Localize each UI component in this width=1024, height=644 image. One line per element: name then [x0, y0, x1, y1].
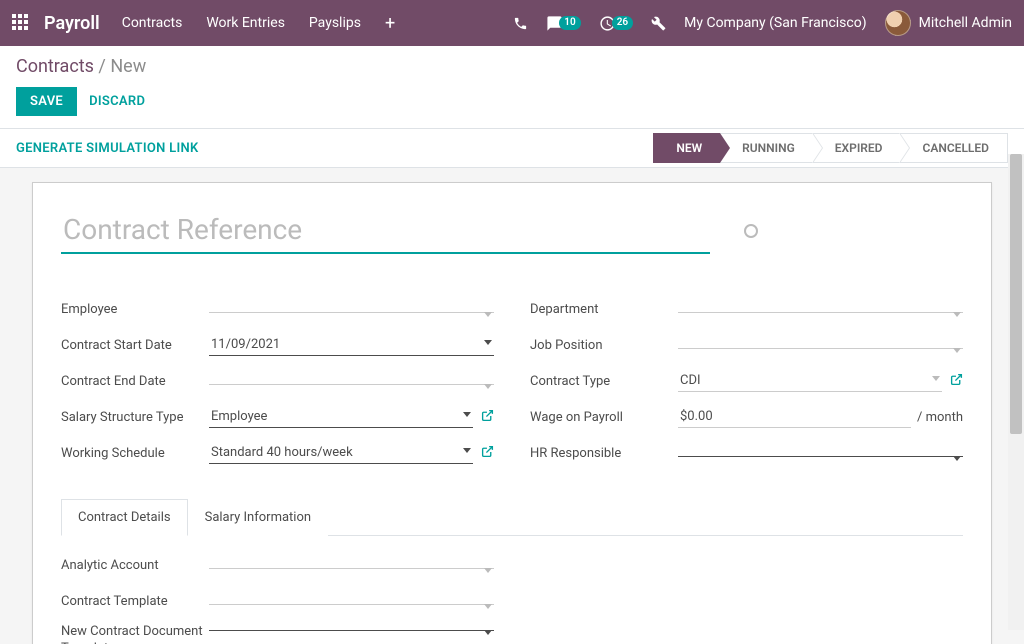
tab-contract-details[interactable]: Contract Details	[61, 499, 188, 536]
schedule-label: Working Schedule	[61, 446, 209, 461]
messages-badge: 10	[559, 16, 580, 30]
template-label: Contract Template	[61, 594, 209, 609]
external-link-icon[interactable]	[481, 445, 494, 462]
scrollbar-track[interactable]	[1008, 154, 1024, 630]
step-cancelled[interactable]: CANCELLED	[900, 133, 1008, 163]
nav-contracts[interactable]: Contracts	[122, 15, 183, 31]
step-expired[interactable]: EXPIRED	[813, 133, 901, 163]
scrollbar-thumb[interactable]	[1010, 154, 1022, 434]
template-field[interactable]	[209, 598, 494, 605]
breadcrumb-current: New	[110, 56, 146, 77]
status-steps: NEW RUNNING EXPIRED CANCELLED	[653, 129, 1008, 167]
activities-icon[interactable]: 26	[599, 15, 633, 32]
schedule-field[interactable]: Standard 40 hours/week	[209, 442, 473, 464]
user-name: Mitchell Admin	[919, 15, 1012, 31]
end-date-field[interactable]	[209, 378, 494, 385]
start-date-label: Contract Start Date	[61, 338, 209, 353]
wage-field[interactable]: $0.00	[678, 406, 911, 428]
department-label: Department	[530, 302, 678, 317]
discard-button[interactable]: DISCARD	[89, 94, 145, 109]
kanban-state-radio[interactable]	[744, 224, 758, 238]
end-date-label: Contract End Date	[61, 374, 209, 389]
employee-label: Employee	[61, 302, 209, 317]
tools-icon[interactable]	[651, 16, 666, 31]
hr-label: HR Responsible	[530, 446, 678, 461]
messages-icon[interactable]: 10	[546, 15, 580, 32]
apps-icon[interactable]	[12, 14, 30, 32]
wage-unit: / month	[917, 410, 963, 425]
company-selector[interactable]: My Company (San Francisco)	[684, 15, 866, 31]
employee-field[interactable]	[209, 306, 494, 313]
hr-field[interactable]	[678, 450, 963, 457]
external-link-icon[interactable]	[950, 373, 963, 390]
nav-payslips[interactable]: Payslips	[309, 15, 361, 31]
breadcrumb: Contracts / New	[16, 56, 1008, 77]
user-menu[interactable]: Mitchell Admin	[885, 10, 1012, 36]
step-running[interactable]: RUNNING	[720, 133, 813, 163]
step-new[interactable]: NEW	[653, 133, 720, 163]
job-field[interactable]	[678, 342, 963, 349]
nav-add-icon[interactable]: +	[385, 13, 395, 34]
phone-icon[interactable]	[513, 16, 528, 31]
start-date-field[interactable]: 11/09/2021	[209, 334, 494, 356]
analytic-label: Analytic Account	[61, 558, 209, 573]
structure-label: Salary Structure Type	[61, 410, 209, 425]
save-button[interactable]: SAVE	[16, 87, 77, 116]
generate-simulation-link[interactable]: GENERATE SIMULATION LINK	[16, 141, 199, 156]
analytic-field[interactable]	[209, 562, 494, 569]
nav-work-entries[interactable]: Work Entries	[206, 15, 285, 31]
structure-field[interactable]: Employee	[209, 406, 473, 428]
breadcrumb-root[interactable]: Contracts	[16, 56, 94, 77]
external-link-icon[interactable]	[481, 409, 494, 426]
job-label: Job Position	[530, 338, 678, 353]
avatar	[885, 10, 911, 36]
ctype-field[interactable]: CDI	[678, 370, 942, 392]
app-title[interactable]: Payroll	[44, 13, 100, 34]
doc-template-label: New Contract Document Template	[61, 624, 209, 644]
tab-salary-information[interactable]: Salary Information	[188, 499, 328, 536]
contract-reference-input[interactable]	[61, 207, 710, 254]
wage-label: Wage on Payroll	[530, 410, 678, 425]
ctype-label: Contract Type	[530, 374, 678, 389]
department-field[interactable]	[678, 306, 963, 313]
activities-badge: 26	[612, 16, 633, 30]
